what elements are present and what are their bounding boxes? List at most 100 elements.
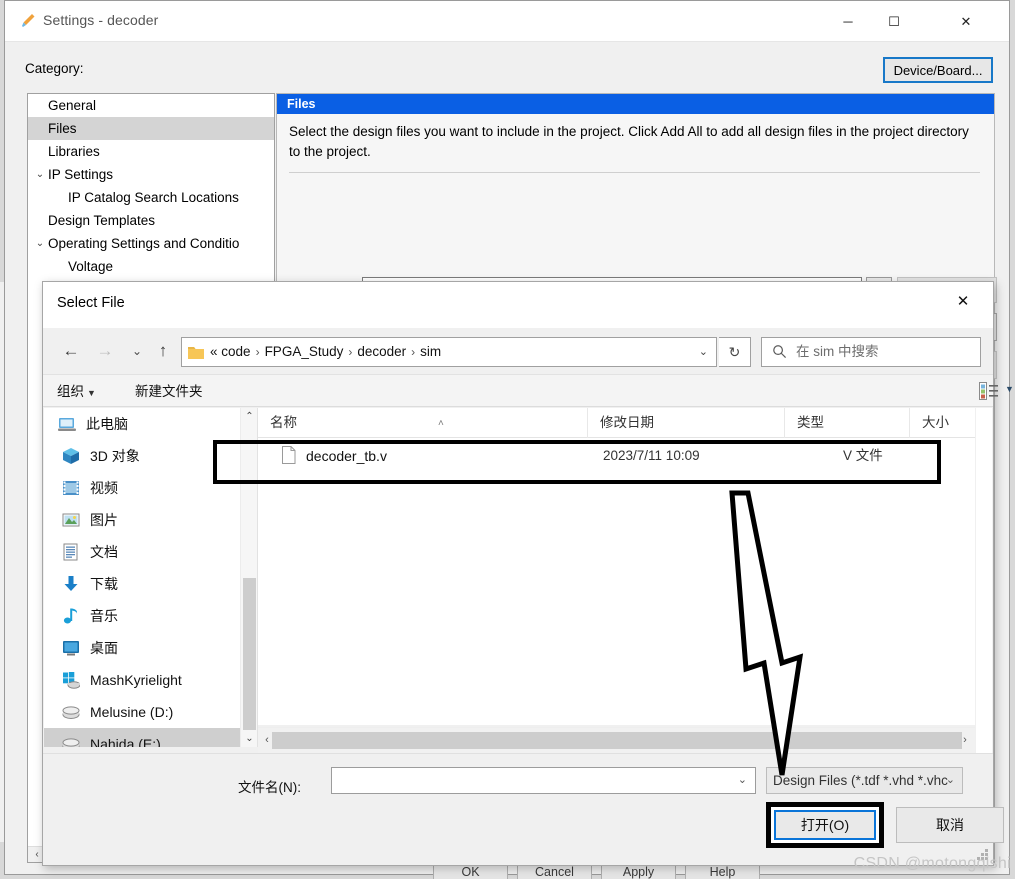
category-item-ip-catalog-search-locations[interactable]: IP Catalog Search Locations xyxy=(28,186,274,209)
scrollbar-thumb[interactable] xyxy=(243,578,256,730)
nav-pane-item[interactable]: 3D 对象 xyxy=(44,440,240,472)
nav-pane-item[interactable]: 文档 xyxy=(44,536,240,568)
nav-pane-item[interactable]: Nahida (E:) xyxy=(44,728,240,747)
category-item-label: Operating Settings and Conditio xyxy=(48,236,240,251)
category-item-operating-settings-and-conditio[interactable]: ⌄ Operating Settings and Conditio xyxy=(28,232,274,255)
chevron-down-icon[interactable]: ⌄ xyxy=(34,232,46,255)
list-item[interactable]: decoder_tb.v 2023/7/11 10:09 V 文件 1 xyxy=(258,438,988,474)
breadcrumb[interactable]: « code › FPGA_Study › decoder › sim xyxy=(210,338,441,366)
breadcrumb-segment[interactable]: code xyxy=(221,344,250,359)
nav-pane-item-label: 桌面 xyxy=(90,640,118,656)
pencil-icon xyxy=(22,14,35,27)
category-item-libraries[interactable]: Libraries xyxy=(28,140,274,163)
file-name-combobox[interactable]: ⌄ xyxy=(331,767,756,794)
device-board-button[interactable]: Device/Board... xyxy=(883,57,993,83)
music-icon xyxy=(63,608,77,624)
dialog-toolbar: 组织 ▼ 新建文件夹 ▼ xyxy=(43,374,1014,407)
nav-pane-item[interactable]: 音乐 xyxy=(44,600,240,632)
chevron-down-icon[interactable]: ⌄ xyxy=(946,768,955,793)
category-item-general[interactable]: General xyxy=(28,94,274,117)
chevron-down-icon[interactable]: ⌄ xyxy=(34,163,46,186)
file-name-label: 文件名(N): xyxy=(238,780,301,795)
file-icon xyxy=(282,446,296,464)
maximize-button[interactable]: ☐ xyxy=(871,1,917,42)
category-item-design-templates[interactable]: Design Templates xyxy=(28,209,274,232)
address-bar[interactable]: « code › FPGA_Study › decoder › sim ⌄ xyxy=(181,337,717,367)
refresh-icon[interactable]: ↻ xyxy=(719,337,751,367)
chevron-down-icon: ▼ xyxy=(87,388,96,398)
scroll-up-arrow[interactable]: ⌃ xyxy=(241,408,258,425)
chevron-down-icon[interactable]: ⌄ xyxy=(699,338,708,366)
search-input[interactable]: 在 sim 中搜索 xyxy=(761,337,981,367)
nav-pane-item[interactable]: 图片 xyxy=(44,504,240,536)
file-list-column-label: 修改日期 xyxy=(600,415,654,430)
new-folder-button[interactable]: 新建文件夹 xyxy=(135,381,203,402)
breadcrumb-separator-icon: › xyxy=(411,345,416,359)
file-list-hscrollbar[interactable]: ‹ › xyxy=(258,727,975,753)
file-list-column-header[interactable]: 名称 ˄ xyxy=(258,408,588,438)
category-label: Category: xyxy=(25,61,84,76)
category-item-label: Voltage xyxy=(68,259,114,274)
chevron-down-icon[interactable]: ▼ xyxy=(1005,384,1014,394)
window-title: Settings - decoder xyxy=(43,12,159,28)
nav-pane-item-label: Nahida (E:) xyxy=(90,736,161,747)
breadcrumb-segment[interactable]: sim xyxy=(420,344,441,359)
nav-pane-item-label: 3D 对象 xyxy=(90,448,140,464)
nav-pane-item[interactable]: Melusine (D:) xyxy=(44,696,240,728)
navigation-pane-scrollbar[interactable]: ⌃ ⌄ xyxy=(240,408,257,747)
this-pc-icon xyxy=(58,418,76,431)
organize-menu[interactable]: 组织 ▼ xyxy=(57,381,96,402)
chevron-down-icon[interactable]: ⌄ xyxy=(123,336,151,366)
watermark: CSDN @motongqishi xyxy=(853,855,1011,872)
hscrollbar-thumb[interactable] xyxy=(272,732,962,749)
category-item-files[interactable]: Files xyxy=(28,117,274,140)
dialog-navigation-row: ← → ⌄ ↑ « code › FPGA_Study › decoder › sim ⌄ … xyxy=(43,328,993,374)
close-icon[interactable]: ✕ xyxy=(941,282,985,320)
files-panel-header: Files xyxy=(277,94,994,114)
close-button[interactable]: ✕ xyxy=(943,1,989,42)
search-icon xyxy=(773,345,787,359)
folder-icon xyxy=(188,347,204,359)
nav-pane-item[interactable]: 下载 xyxy=(44,568,240,600)
nav-pane-item-label: 图片 xyxy=(90,512,118,528)
scroll-down-arrow[interactable]: ⌄ xyxy=(241,730,258,747)
cancel-button[interactable]: 取消 xyxy=(896,807,1004,843)
pictures-icon xyxy=(62,513,80,527)
breadcrumb-segment[interactable]: FPGA_Study xyxy=(265,344,344,359)
category-item-voltage[interactable]: Voltage xyxy=(28,255,274,278)
breadcrumb-segment[interactable]: decoder xyxy=(357,344,406,359)
down-right-arrow-outline xyxy=(729,490,804,776)
nav-pane-item[interactable]: 桌面 xyxy=(44,632,240,664)
navigation-pane[interactable]: 此电脑 3D 对象视频图片文档 下载 音乐桌面 MashKyrielight Melusi… xyxy=(44,408,240,747)
settings-titlebar: Settings - decoder ─ ☐ ✕ xyxy=(5,1,1009,42)
nav-pane-item[interactable]: 此电脑 xyxy=(44,408,240,440)
breadcrumb-prefix: « xyxy=(210,344,218,359)
minimize-button[interactable]: ─ xyxy=(825,1,871,42)
files-panel-description: Select the design files you want to incl… xyxy=(289,124,969,159)
scroll-right-arrow[interactable]: › xyxy=(957,731,973,749)
arrow-up-icon[interactable]: ↑ xyxy=(149,336,177,366)
divider xyxy=(289,172,980,173)
file-list-header[interactable]: 名称 ˄ 修改日期 类型 大小 xyxy=(258,408,990,438)
file-list-column-label: 名称 xyxy=(270,415,297,430)
sort-ascending-icon: ˄ xyxy=(438,418,444,429)
category-item-label: IP Settings xyxy=(48,167,114,182)
view-list-icon[interactable] xyxy=(979,382,999,400)
category-item-ip-settings[interactable]: ⌄ IP Settings xyxy=(28,163,274,186)
file-list-column-header[interactable]: 修改日期 xyxy=(588,408,785,438)
videos-icon xyxy=(63,481,79,495)
select-file-dialog: Select File ✕ ← → ⌄ ↑ « code › FPGA_Study ›… xyxy=(42,281,1014,866)
drive-icon xyxy=(62,706,80,719)
arrow-right-icon[interactable]: → xyxy=(91,336,119,366)
file-list-column-header[interactable]: 类型 xyxy=(785,408,910,438)
breadcrumb-separator-icon: › xyxy=(255,345,260,359)
file-list-vscroll-track[interactable] xyxy=(975,408,992,753)
breadcrumb-separator-icon: › xyxy=(348,345,353,359)
nav-pane-item[interactable]: 视频 xyxy=(44,472,240,504)
arrow-left-icon[interactable]: ← xyxy=(57,336,85,366)
file-type: V 文件 xyxy=(843,448,883,463)
nav-pane-item[interactable]: MashKyrielight xyxy=(44,664,240,696)
category-item-label: IP Catalog Search Locations xyxy=(68,190,239,205)
file-list-pane[interactable]: 名称 ˄ 修改日期 类型 大小 decoder_tb.v 2023/7/11 10:09… xyxy=(258,408,990,725)
desktop-icon xyxy=(63,641,79,656)
